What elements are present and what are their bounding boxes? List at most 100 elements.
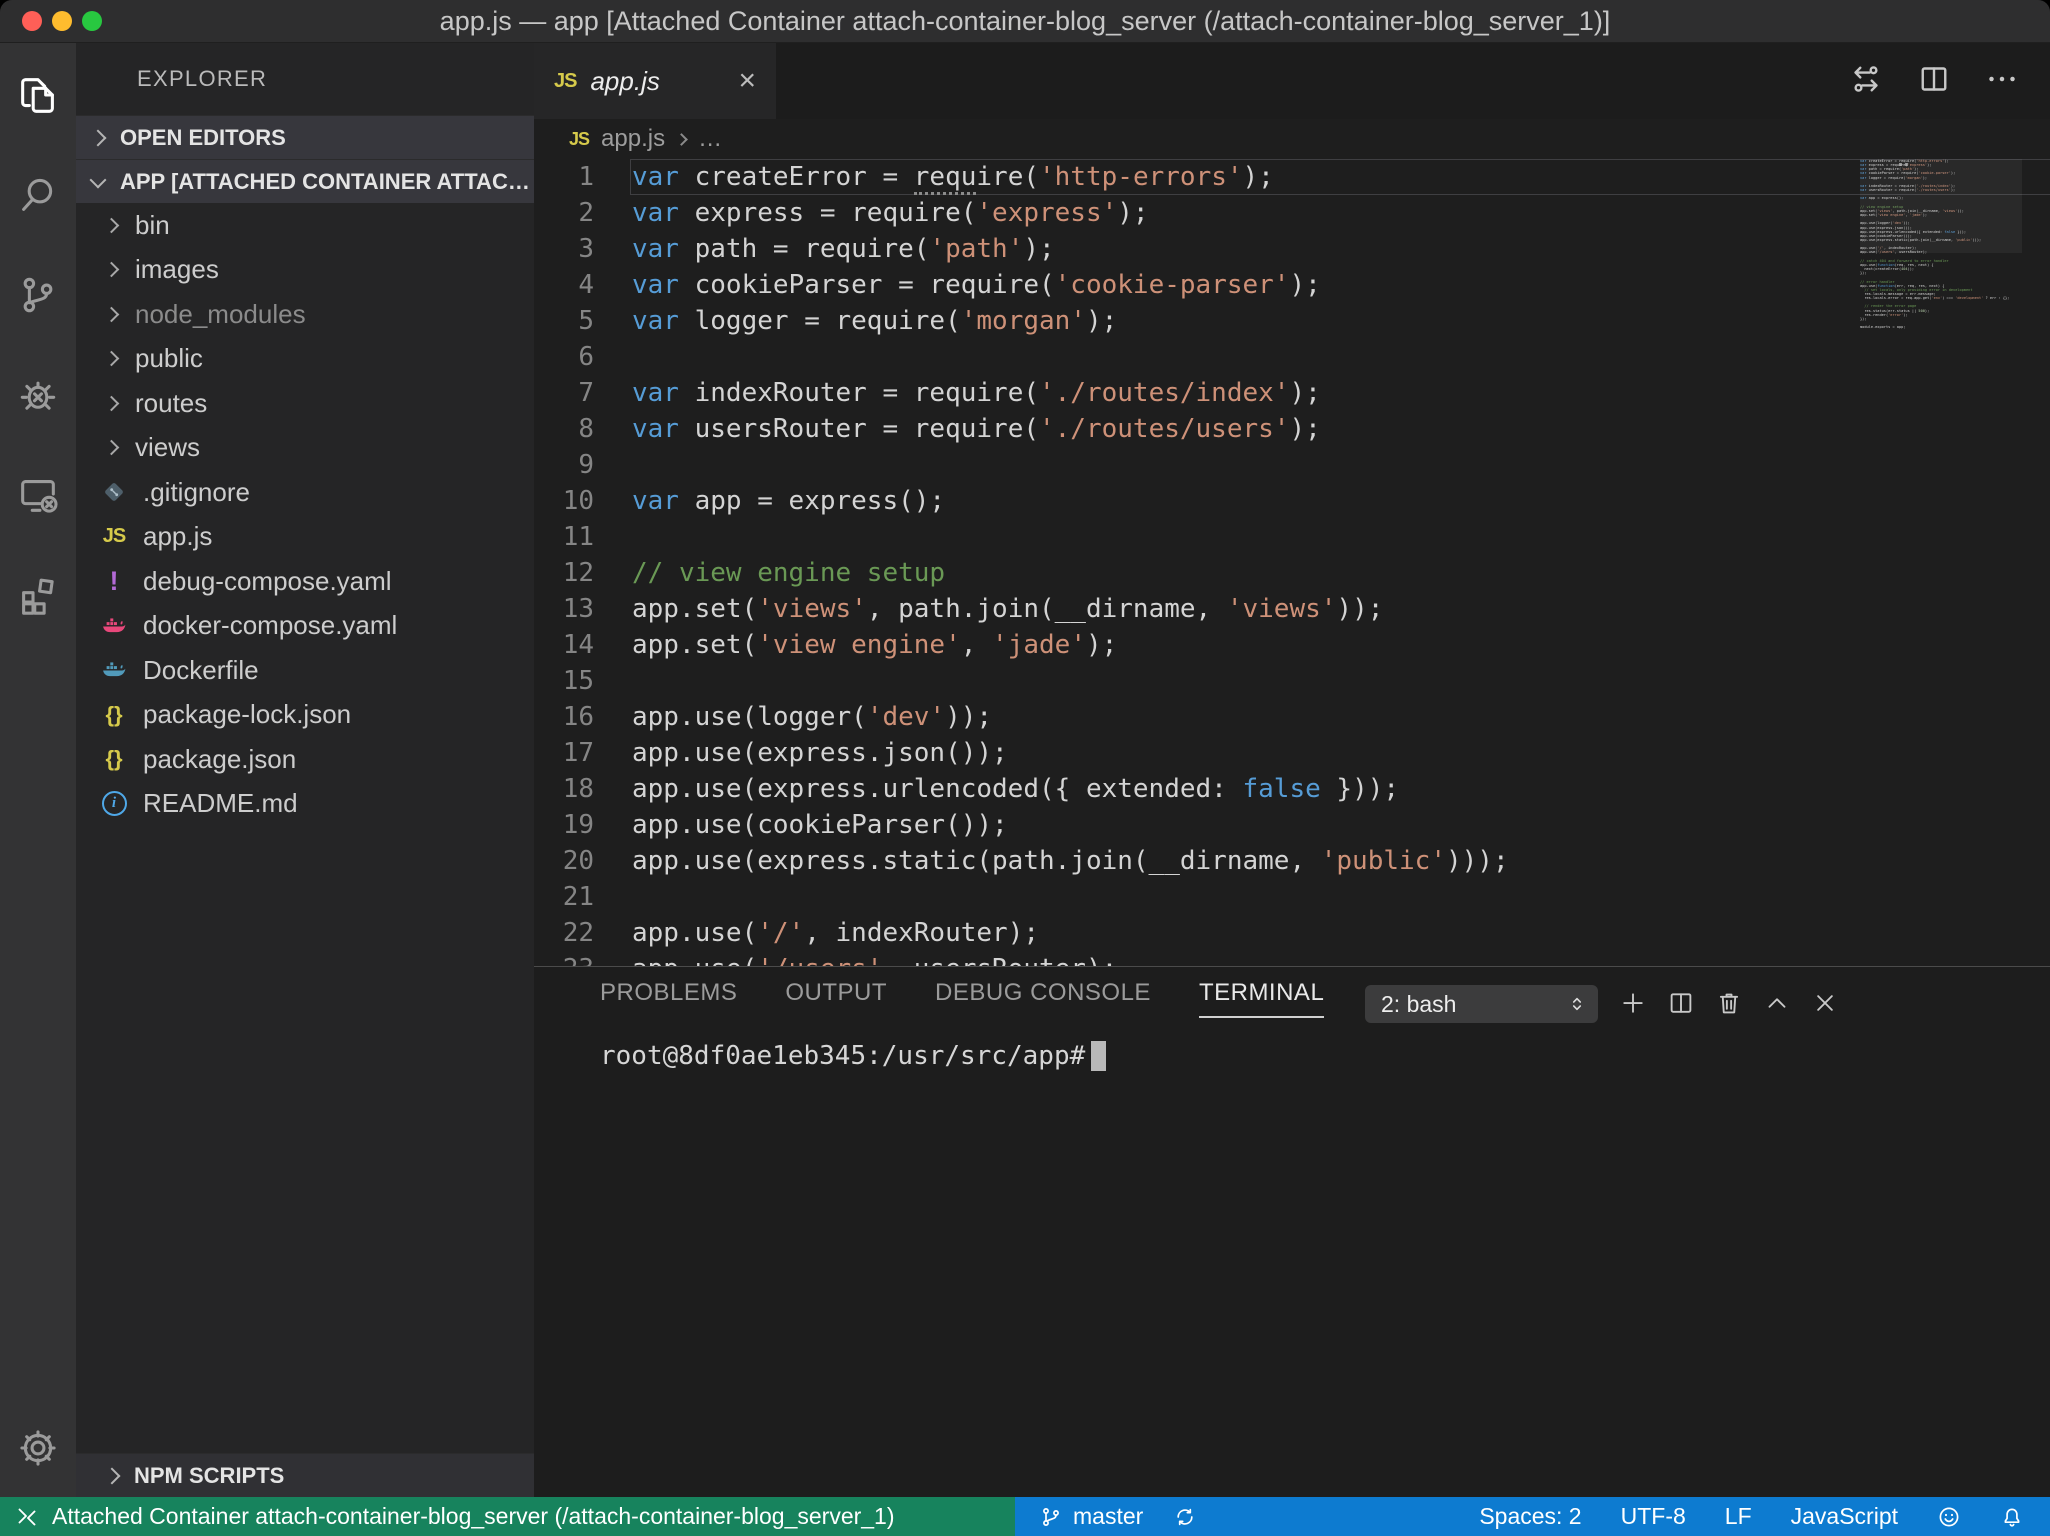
- remote-indicator[interactable]: Attached Container attach-container-blog…: [0, 1497, 1015, 1536]
- file-.gitignore[interactable]: .gitignore: [76, 470, 534, 515]
- tree-item-label: .gitignore: [143, 476, 250, 507]
- remote-explorer-icon[interactable]: [0, 445, 76, 545]
- tab-app-js[interactable]: JS app.js ×: [534, 43, 776, 119]
- code-line-5[interactable]: 5 var logger = require('morgan');: [534, 303, 2050, 339]
- code-line-1[interactable]: 1 var createError = require('http-errors'…: [534, 159, 2050, 195]
- title-bar: app.js — app [Attached Container attach-…: [0, 0, 2050, 43]
- folder-views[interactable]: views: [76, 426, 534, 471]
- file-package.json[interactable]: {} package.json: [76, 737, 534, 782]
- folder-routes[interactable]: routes: [76, 381, 534, 426]
- file-Dockerfile[interactable]: Dockerfile: [76, 648, 534, 693]
- terminal-select[interactable]: 2: bash: [1365, 985, 1598, 1023]
- folder-images[interactable]: images: [76, 248, 534, 293]
- traffic-lights: [22, 11, 102, 31]
- code-line-2[interactable]: 2 var express = require('express');: [534, 195, 2050, 231]
- close-tab-icon[interactable]: ×: [738, 66, 756, 96]
- breadcrumb-more[interactable]: …: [698, 125, 722, 153]
- tree-item-label: README.md: [143, 788, 298, 819]
- file-README.md[interactable]: i README.md: [76, 782, 534, 827]
- status-right: Spaces: 2 UTF-8 LF JavaScript: [1479, 1503, 2050, 1530]
- panel-tab-debug-console[interactable]: DEBUG CONSOLE: [935, 979, 1151, 1018]
- notifications-bell-icon[interactable]: [2000, 1505, 2024, 1529]
- code-line-12[interactable]: 12 // view engine setup: [534, 555, 2050, 591]
- code-line-10[interactable]: 10 var app = express();: [534, 483, 2050, 519]
- code-line-3[interactable]: 3 var path = require('path');: [534, 231, 2050, 267]
- window-title: app.js — app [Attached Container attach-…: [439, 6, 1611, 36]
- file-tree: bin images node_modulespublic routes views .g…: [76, 203, 534, 826]
- minimize-window-button[interactable]: [52, 11, 72, 31]
- explorer-icon[interactable]: [0, 45, 76, 145]
- sync-icon[interactable]: [1173, 1505, 1197, 1529]
- source-control-icon[interactable]: [0, 245, 76, 345]
- code-line-9[interactable]: 9: [534, 447, 2050, 483]
- code-line-22[interactable]: 22 app.use('/', indexRouter);: [534, 915, 2050, 951]
- code-line-15[interactable]: 15: [534, 663, 2050, 699]
- section-open-editors[interactable]: OPEN EDITORS: [76, 115, 534, 159]
- open-changes-icon[interactable]: [1848, 61, 1884, 102]
- extensions-icon[interactable]: [0, 545, 76, 645]
- new-terminal-icon[interactable]: [1616, 983, 1650, 1023]
- line-number: 6: [578, 342, 594, 372]
- minimap[interactable]: var createError = require('http-errors')…: [1860, 159, 2022, 966]
- run-debug-icon[interactable]: [0, 345, 76, 445]
- code-text: var express = require('express');: [632, 198, 1149, 228]
- folder-bin[interactable]: bin: [76, 203, 534, 248]
- minimap-line: module.exports = app;: [1860, 325, 1906, 330]
- zoom-window-button[interactable]: [82, 11, 102, 31]
- code-line-7[interactable]: 7 var indexRouter = require('./routes/ind…: [534, 375, 2050, 411]
- status-item-javascript[interactable]: JavaScript: [1791, 1503, 1898, 1530]
- kill-terminal-icon[interactable]: [1712, 983, 1746, 1023]
- status-item-spaces-2[interactable]: Spaces: 2: [1479, 1503, 1581, 1530]
- code-text: app.set('views', path.join(__dirname, 'v…: [632, 594, 1384, 624]
- section-npm-scripts[interactable]: NPM SCRIPTS: [76, 1453, 534, 1497]
- code-editor[interactable]: 1 var createError = require('http-errors'…: [534, 159, 2050, 966]
- search-icon[interactable]: [0, 145, 76, 245]
- panel-tab-problems[interactable]: PROBLEMS: [600, 979, 737, 1018]
- folder-node_modules[interactable]: node_modules: [76, 292, 534, 337]
- chevron-right-icon: [103, 439, 120, 456]
- file-app.js[interactable]: JS app.js: [76, 515, 534, 560]
- code-line-16[interactable]: 16 app.use(logger('dev'));: [534, 699, 2050, 735]
- code-line-11[interactable]: 11: [534, 519, 2050, 555]
- settings-gear-icon[interactable]: [0, 1425, 76, 1471]
- split-editor-icon[interactable]: [1916, 61, 1952, 102]
- line-number: 13: [562, 594, 594, 624]
- split-terminal-icon[interactable]: [1664, 983, 1698, 1023]
- line-number: 1: [578, 162, 594, 192]
- code-line-19[interactable]: 19 app.use(cookieParser());: [534, 807, 2050, 843]
- code-line-18[interactable]: 18 app.use(express.urlencoded({ extended:…: [534, 771, 2050, 807]
- code-text: var usersRouter = require('./routes/user…: [632, 414, 1321, 444]
- minimap-slider[interactable]: [1860, 159, 2022, 253]
- section-project-root[interactable]: APP [ATTACHED CONTAINER ATTAC…: [76, 159, 534, 203]
- file-package-lock.json[interactable]: {} package-lock.json: [76, 693, 534, 738]
- code-line-8[interactable]: 8 var usersRouter = require('./routes/use…: [534, 411, 2050, 447]
- code-line-20[interactable]: 20 app.use(express.static(path.join(__dir…: [534, 843, 2050, 879]
- code-line-21[interactable]: 21: [534, 879, 2050, 915]
- file-debug-compose.yaml[interactable]: ! debug-compose.yaml: [76, 559, 534, 604]
- code-text: app.use('/', indexRouter);: [632, 918, 1040, 948]
- close-window-button[interactable]: [22, 11, 42, 31]
- branch-item[interactable]: master: [1039, 1503, 1143, 1530]
- code-line-13[interactable]: 13 app.set('views', path.join(__dirname, …: [534, 591, 2050, 627]
- tree-item-label: node_modules: [135, 298, 306, 329]
- code-line-4[interactable]: 4 var cookieParser = require('cookie-pars…: [534, 267, 2050, 303]
- close-panel-icon[interactable]: [1808, 983, 1842, 1023]
- folder-public[interactable]: public: [76, 337, 534, 382]
- maximize-panel-icon[interactable]: [1760, 983, 1794, 1023]
- file-docker-compose.yaml[interactable]: docker-compose.yaml: [76, 604, 534, 649]
- panel-tab-terminal[interactable]: TERMINAL: [1198, 979, 1325, 1018]
- code-line-23[interactable]: 23app.use('/users', usersRouter);: [534, 951, 2050, 966]
- status-item-lf[interactable]: LF: [1725, 1503, 1752, 1530]
- section-label: NPM SCRIPTS: [134, 1462, 285, 1488]
- code-line-6[interactable]: 6: [534, 339, 2050, 375]
- terminal[interactable]: root@8df0ae1eb345:/usr/src/app#: [600, 1041, 2050, 1071]
- feedback-smiley-icon[interactable]: [1937, 1505, 1961, 1529]
- code-line-14[interactable]: 14 app.set('view engine', 'jade');: [534, 627, 2050, 663]
- breadcrumb-item-file[interactable]: app.js: [601, 125, 665, 153]
- line-number: 17: [562, 738, 594, 768]
- panel-tab-output[interactable]: OUTPUT: [785, 979, 887, 1018]
- terminal-select-value: 2: bash: [1381, 990, 1457, 1017]
- more-actions-icon[interactable]: [1984, 61, 2020, 102]
- status-item-utf-8[interactable]: UTF-8: [1621, 1503, 1686, 1530]
- code-line-17[interactable]: 17 app.use(express.json());: [534, 735, 2050, 771]
